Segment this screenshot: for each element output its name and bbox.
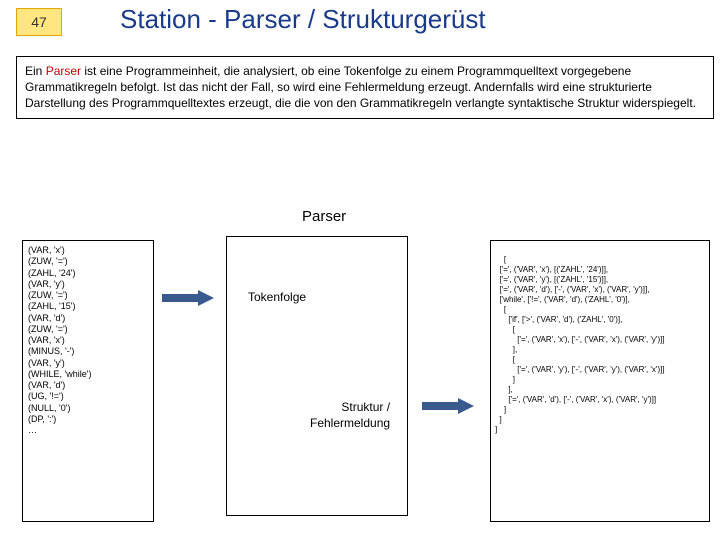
description-text: Ein Parser ist eine Programmeinheit, die… (25, 64, 696, 110)
parser-box (226, 236, 408, 516)
parser-section-label: Parser (302, 208, 346, 225)
struktur-label: Struktur /Fehlermeldung (310, 400, 390, 431)
arrow-to-output-icon (422, 398, 474, 414)
token-list-box: (VAR, 'x')(ZUW, '=')(ZAHL, '24')(VAR, 'y… (22, 240, 154, 522)
output-structure-box: [ ['=', ('VAR', 'x'), [('ZAHL', '24')]],… (490, 240, 710, 522)
slide: 47 Station - Parser / Strukturgerüst Ein… (0, 0, 720, 540)
description-box: Ein Parser ist eine Programmeinheit, die… (16, 56, 714, 119)
page-number: 47 (31, 14, 47, 30)
page-number-badge: 47 (16, 8, 62, 36)
output-text: [ ['=', ('VAR', 'x'), [('ZAHL', '24')]],… (495, 255, 665, 434)
tokenfolge-label: Tokenfolge (248, 290, 306, 304)
slide-title: Station - Parser / Strukturgerüst (120, 4, 486, 35)
arrow-to-parser-icon (162, 290, 214, 306)
